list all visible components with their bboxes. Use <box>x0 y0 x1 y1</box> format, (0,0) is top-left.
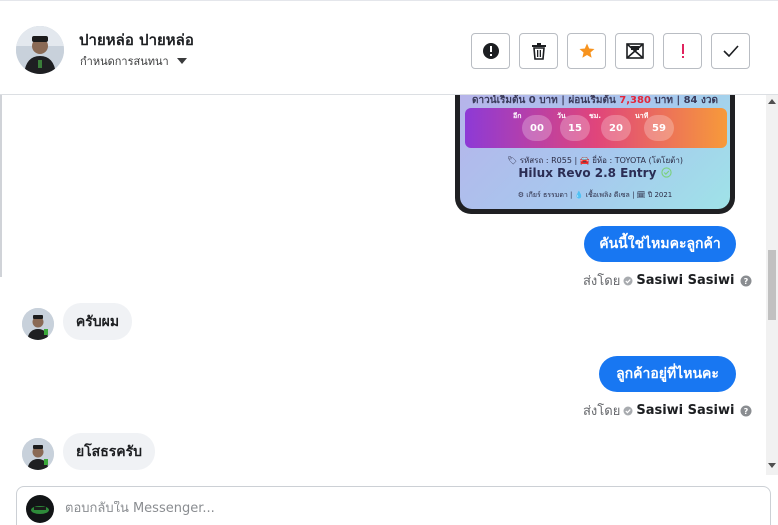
timer-value: 15 <box>560 115 590 141</box>
message-thread[interactable]: ดาวน์เริ่มต้น 0 บาท | ผ่อนเริ่มต้น 7,380… <box>0 95 766 475</box>
contact-avatar[interactable] <box>16 26 64 74</box>
product-card-content: ดาวน์เริ่มต้น 0 บาท | ผ่อนเริ่มต้น 7,380… <box>460 95 730 209</box>
mark-unread-button[interactable] <box>615 33 654 69</box>
verified-badge-icon <box>623 406 633 415</box>
car-specs: ⚙ เกียร์ ธรรมดา | 💧 เชื้อเพลิง ดีเซล | 🗓… <box>517 191 673 199</box>
mail-unread-icon <box>625 43 644 59</box>
help-icon[interactable]: ? <box>740 275 752 287</box>
mark-done-button[interactable] <box>711 33 750 69</box>
reply-input[interactable] <box>65 501 755 516</box>
check-icon <box>722 45 739 57</box>
follow-up-button[interactable] <box>663 33 702 69</box>
verified-badge-icon <box>623 276 633 285</box>
verified-check-icon <box>660 167 672 178</box>
star-button[interactable] <box>567 33 606 69</box>
page-avatar <box>26 495 54 523</box>
product-card-image[interactable]: ดาวน์เริ่มต้น 0 บาท | ผ่อนเริ่มต้น 7,380… <box>455 95 735 214</box>
delete-button[interactable] <box>519 33 558 69</box>
finance-amount: 7,380 <box>619 95 651 106</box>
help-icon[interactable]: ? <box>740 405 752 417</box>
sent-by-line: ส่งโดย Sasiwi Sasiwi ? <box>583 400 752 421</box>
panel-divider <box>0 95 2 277</box>
sender-name[interactable]: Sasiwi Sasiwi <box>636 273 734 288</box>
car-name: Hilux Revo 2.8 Entry <box>460 166 730 180</box>
thread-scrollbar[interactable] <box>766 95 778 475</box>
finance-suffix: บาท | 84 งวด <box>654 95 718 106</box>
countdown-timer: อีก 00 วัน 15 ชม. 20 นาที 59 <box>465 108 727 148</box>
timer-value: 20 <box>601 115 631 141</box>
reply-composer <box>16 486 771 525</box>
svg-text:?: ? <box>744 277 749 286</box>
timer-label: อีก <box>513 112 522 120</box>
assign-label: กำหนดการสนทนา <box>80 55 169 68</box>
message-bubble-incoming[interactable]: ครับผม <box>63 303 132 340</box>
sent-by-label: ส่งโดย <box>583 274 621 289</box>
scroll-up-arrow-icon[interactable] <box>768 99 776 104</box>
spam-button[interactable] <box>471 33 510 69</box>
conversation-header: ปายหล่อ ปายหล่อ กำหนดการสนทนา <box>0 0 778 95</box>
timer-label: ชม. <box>589 112 602 120</box>
contact-name: ปายหล่อ ปายหล่อ <box>79 31 194 49</box>
contact-avatar-small[interactable] <box>22 308 54 340</box>
finance-line: ดาวน์เริ่มต้น 0 บาท | ผ่อนเริ่มต้น 7,380… <box>460 95 730 108</box>
svg-text:?: ? <box>744 407 749 416</box>
sent-by-label: ส่งโดย <box>583 404 621 419</box>
alert-circle-icon <box>482 43 499 59</box>
exclamation-icon <box>681 44 684 58</box>
sender-name[interactable]: Sasiwi Sasiwi <box>636 403 734 418</box>
scroll-down-arrow-icon[interactable] <box>768 463 776 468</box>
sent-by-line: ส่งโดย Sasiwi Sasiwi ? <box>583 270 752 291</box>
chevron-down-icon <box>176 58 187 64</box>
trash-icon <box>531 42 546 60</box>
timer-value: 00 <box>522 115 552 141</box>
assign-conversation-dropdown[interactable]: กำหนดการสนทนา <box>80 52 187 70</box>
message-bubble-incoming[interactable]: ยโสธรครับ <box>63 433 155 470</box>
finance-prefix: ดาวน์เริ่มต้น 0 บาท | ผ่อนเริ่มต้น <box>472 95 616 106</box>
message-bubble-outgoing[interactable]: ลูกค้าอยู่ที่ไหนคะ <box>599 356 736 392</box>
messenger-conversation: ปายหล่อ ปายหล่อ กำหนดการสนทนา ดาวน์เริ่ม… <box>0 0 778 525</box>
message-bubble-outgoing[interactable]: คันนี้ใช่ไหมคะลูกค้า <box>584 226 736 262</box>
timer-value: 59 <box>644 115 674 141</box>
contact-avatar-small[interactable] <box>22 438 54 470</box>
star-icon <box>579 43 594 58</box>
car-name-text: Hilux Revo 2.8 Entry <box>518 166 657 180</box>
scrollbar-thumb[interactable] <box>768 250 776 320</box>
